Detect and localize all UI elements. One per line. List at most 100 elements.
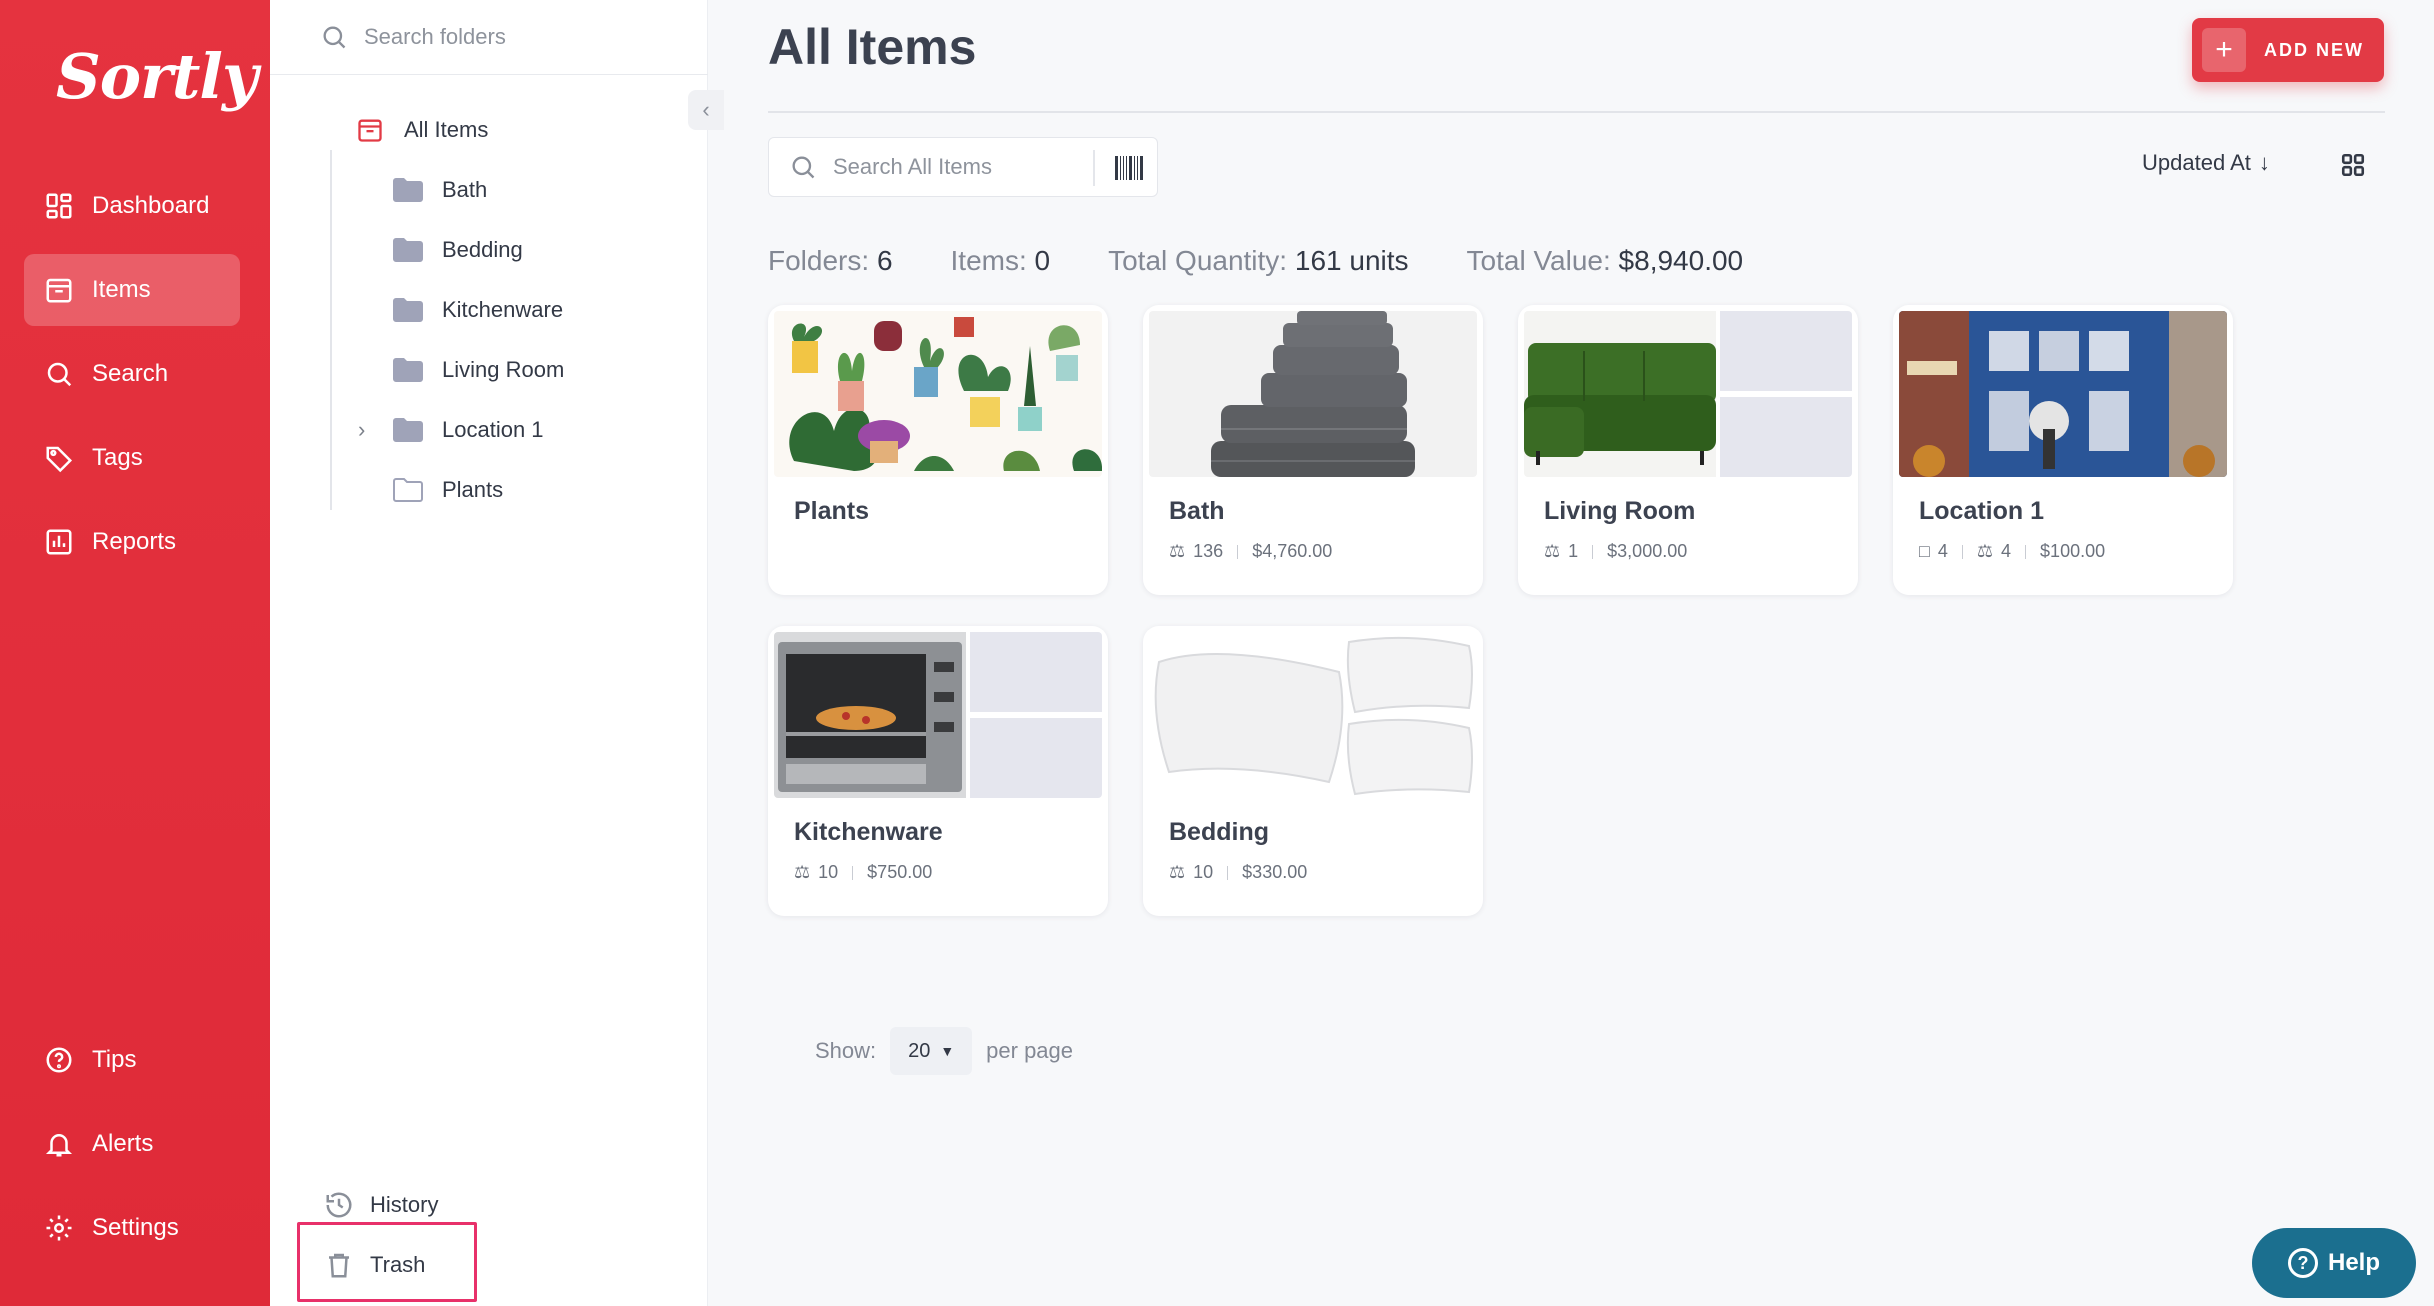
tree-label: Kitchenware [442, 297, 564, 322]
bell-icon [44, 1129, 74, 1159]
nav-settings[interactable]: Settings [24, 1192, 240, 1264]
collapse-panel-button[interactable]: ‹ [688, 90, 724, 130]
card-value: $4,760.00 [1252, 541, 1333, 561]
search-divider [1093, 150, 1095, 186]
tree-guide-line [330, 150, 332, 510]
tree-item-all-items[interactable]: All Items [356, 110, 488, 150]
nav-alerts-label: Alerts [92, 1130, 154, 1157]
tag-icon [44, 443, 74, 473]
barcode-icon[interactable] [1115, 156, 1143, 180]
card-quantity: 4 [2001, 541, 2012, 561]
question-icon [44, 1045, 74, 1075]
chevron-left-icon: ‹ [702, 97, 710, 122]
card-meta: □ 4 ⚖ 4 $100.00 [1919, 541, 2105, 562]
sort-label: Updated At [2142, 150, 2251, 175]
nav-items[interactable]: Items [24, 254, 240, 326]
stat-folders: Folders: 6 [768, 245, 893, 276]
tree-label: All Items [404, 117, 489, 142]
nav-alerts[interactable]: Alerts [24, 1108, 240, 1180]
card-name: Living Room [1544, 497, 1696, 525]
stack-icon: ⚖ [794, 862, 811, 882]
history-label: History [370, 1192, 439, 1217]
folder-search-input[interactable]: Search folders [364, 24, 506, 50]
history-icon [326, 1192, 352, 1218]
nav-settings-label: Settings [92, 1214, 179, 1241]
gear-icon [44, 1213, 74, 1243]
item-search[interactable]: Search All Items [768, 137, 1158, 197]
tree-label: Location 1 [442, 417, 544, 442]
bath-thumbnail [1149, 311, 1477, 477]
tree-item-plants[interactable]: Plants [392, 470, 503, 510]
page-size-select[interactable]: 20 ▼ [890, 1027, 973, 1075]
nav-tips[interactable]: Tips [24, 1024, 240, 1096]
page-size-value: 20 [908, 1039, 931, 1062]
nav-tags[interactable]: Tags [24, 422, 240, 494]
chevron-right-icon[interactable]: › [358, 417, 365, 443]
folder-icon [393, 358, 423, 382]
folder-card-location-1[interactable]: Location 1 □ 4 ⚖ 4 $100.00 [1893, 305, 2233, 595]
search-icon [44, 359, 74, 389]
folder-card-bedding[interactable]: Bedding ⚖ 10 $330.00 [1143, 626, 1483, 916]
reports-icon [44, 527, 74, 557]
folder-card-living-room[interactable]: Living Room ⚖ 1 $3,000.00 [1518, 305, 1858, 595]
card-value: $100.00 [2040, 541, 2106, 561]
nav-items-label: Items [92, 276, 151, 303]
nav-dashboard[interactable]: Dashboard [24, 170, 240, 242]
sort-dropdown[interactable]: Updated At ↓ [2142, 150, 2270, 176]
nav-tags-label: Tags [92, 444, 143, 471]
stack-icon: ⚖ [1976, 541, 1994, 561]
items-icon [358, 119, 382, 142]
location-1-thumbnail [1899, 311, 2227, 477]
stack-icon: ⚖ [1169, 862, 1186, 882]
card-meta: ⚖ 10 $330.00 [1169, 862, 1307, 883]
tree-label: Plants [442, 477, 504, 502]
question-icon: ? [2287, 1248, 2318, 1278]
history-link[interactable]: History [324, 1190, 438, 1220]
folder-card-plants[interactable]: Plants [768, 305, 1108, 595]
tree-item-living-room[interactable]: Living Room [392, 350, 564, 390]
folder-icon [393, 418, 423, 442]
card-value: $330.00 [1242, 862, 1308, 882]
bedding-thumbnail [1149, 632, 1477, 798]
tree-item-bath[interactable]: Bath [392, 170, 487, 210]
arrow-down-icon: ↓ [2258, 150, 2270, 175]
tree-item-location-1[interactable]: › Location 1 [358, 410, 544, 450]
main-nav: Sortly Dashboard Items Search Tags Repor… [0, 0, 270, 1306]
summary-stats: Folders: 6 Items: 0 Total Quantity: 161 … [768, 245, 1743, 277]
folder-outline-icon: □ [1919, 541, 1930, 561]
card-name: Plants [794, 497, 870, 525]
card-name: Kitchenware [794, 818, 943, 846]
card-name: Location 1 [1919, 497, 2045, 525]
stat-value: Total Value: $8,940.00 [1466, 245, 1744, 276]
item-search-input[interactable]: Search All Items [833, 154, 992, 180]
show-label: Show: [815, 1038, 877, 1063]
dashboard-icon [44, 191, 74, 221]
grid-view-icon[interactable] [2340, 152, 2366, 178]
search-icon [323, 26, 346, 49]
tree-label: Bath [442, 177, 488, 202]
folder-icon [393, 238, 423, 262]
nav-reports[interactable]: Reports [24, 506, 240, 578]
page-title: All Items [768, 19, 977, 75]
nav-search[interactable]: Search [24, 338, 240, 410]
title-divider [768, 111, 2385, 113]
folder-card-bath[interactable]: Bath ⚖ 136 $4,760.00 [1143, 305, 1483, 595]
tree-item-kitchenware[interactable]: Kitchenware [392, 290, 563, 330]
nav-tips-label: Tips [92, 1046, 137, 1073]
tree-label: Living Room [442, 357, 565, 382]
nav-dashboard-label: Dashboard [92, 192, 210, 219]
sortly-logo[interactable]: Sortly [56, 40, 258, 113]
folder-card-kitchenware[interactable]: Kitchenware ⚖ 10 $750.00 [768, 626, 1108, 916]
plants-thumbnail [774, 311, 1102, 477]
stat-items: Items: 0 [950, 245, 1051, 276]
stack-icon: ⚖ [1544, 541, 1561, 561]
help-button[interactable]: ? Help [2252, 1228, 2416, 1298]
tree-item-bedding[interactable]: Bedding [392, 230, 523, 270]
add-new-button[interactable]: + ADD NEW [2192, 18, 2384, 82]
card-meta: ⚖ 10 $750.00 [794, 862, 932, 883]
living-room-thumbnail [1524, 311, 1852, 477]
help-label: Help [2327, 1249, 2380, 1276]
card-quantity: 136 [1193, 541, 1224, 561]
trash-highlight [297, 1222, 477, 1302]
folder-search[interactable]: Search folders [270, 0, 708, 75]
